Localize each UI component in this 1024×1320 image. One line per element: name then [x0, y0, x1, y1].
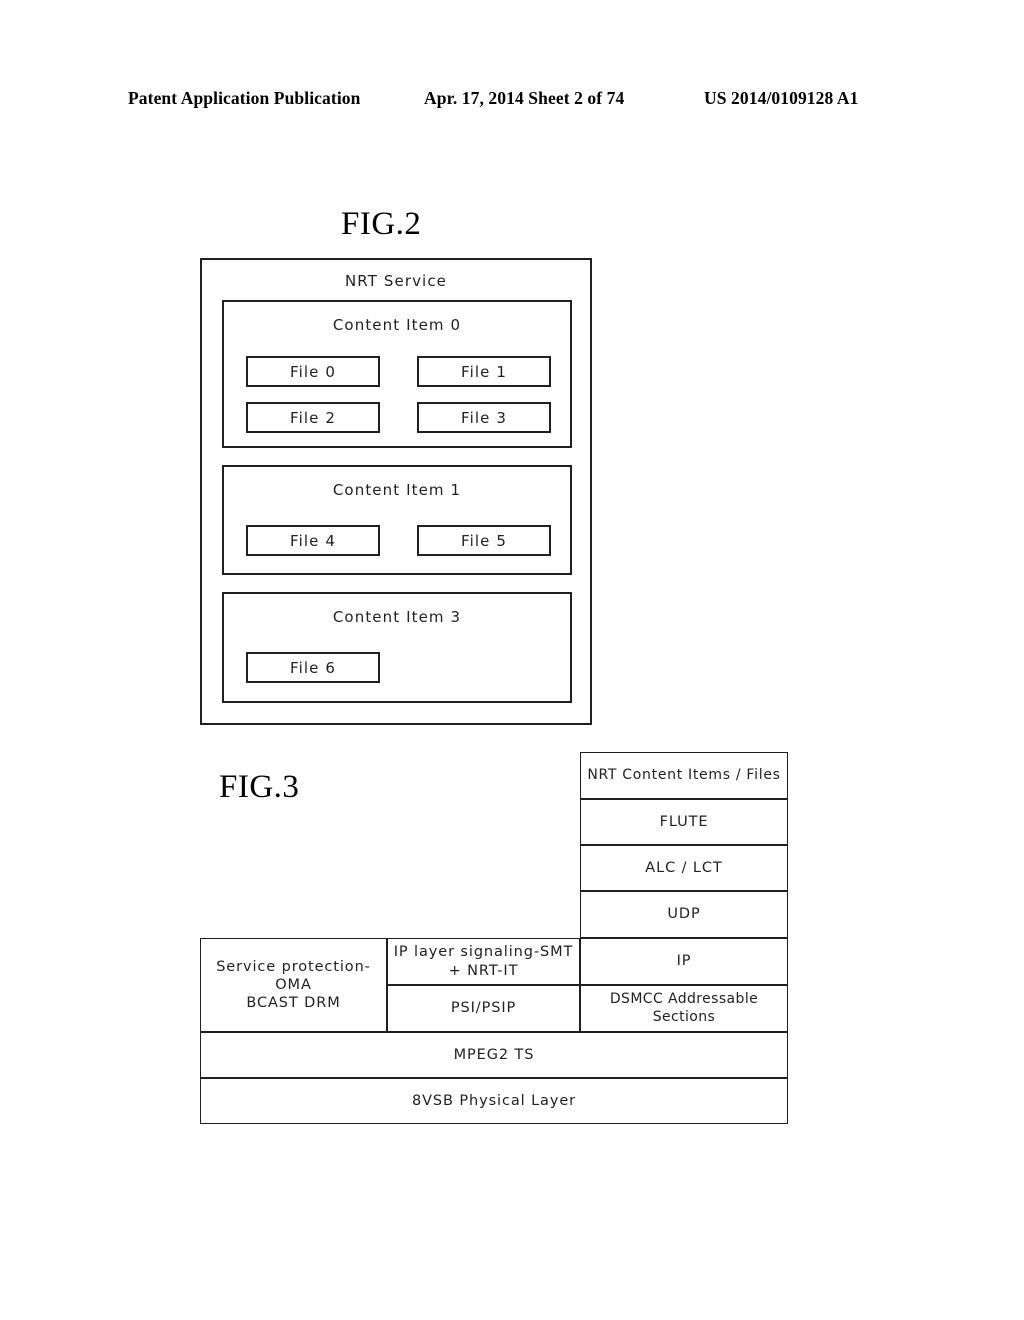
stack-cell-physical-layer: 8VSB Physical Layer	[200, 1078, 788, 1124]
stack-cell-flute: FLUTE	[580, 799, 788, 845]
figure-3-caption: FIG.3	[219, 769, 300, 805]
date-and-sheet: Apr. 17, 2014 Sheet 2 of 74	[424, 88, 625, 108]
stack-cell-udp: UDP	[580, 891, 788, 938]
stack-cell-mpeg2-ts: MPEG2 TS	[200, 1032, 788, 1078]
stack-cell-nrt-content-items: NRT Content Items / Files	[580, 752, 788, 799]
file-box-4: File 4	[246, 525, 380, 556]
content-item-3-label: Content Item 3	[332, 608, 462, 626]
file-box-6: File 6	[246, 652, 380, 683]
content-item-1-label: Content Item 1	[332, 481, 462, 499]
content-item-0-label: Content Item 0	[332, 316, 462, 334]
stack-cell-service-protection: Service protection-OMA BCAST DRM	[200, 938, 387, 1032]
publication-title: Patent Application Publication	[128, 88, 361, 108]
content-item-0-container: Content Item 0 File 0 File 1 File 2 File…	[222, 300, 572, 448]
content-item-3-container: Content Item 3 File 6	[222, 592, 572, 703]
file-box-2: File 2	[246, 402, 380, 433]
page-header: Patent Application Publication Apr. 17, …	[0, 88, 1024, 114]
patent-number: US 2014/0109128 A1	[704, 88, 859, 108]
nrt-service-label: NRT Service	[344, 272, 448, 290]
stack-cell-psi-psip: PSI/PSIP	[387, 985, 580, 1032]
stack-cell-ip-layer-signaling: IP layer signaling-SMT + NRT-IT	[387, 938, 580, 985]
file-box-5: File 5	[417, 525, 551, 556]
stack-cell-dsmcc-sections: DSMCC Addressable Sections	[580, 985, 788, 1032]
file-box-1: File 1	[417, 356, 551, 387]
figure-2-caption: FIG.2	[341, 206, 422, 242]
stack-cell-ip: IP	[580, 938, 788, 985]
file-box-3: File 3	[417, 402, 551, 433]
content-item-1-container: Content Item 1 File 4 File 5	[222, 465, 572, 575]
file-box-0: File 0	[246, 356, 380, 387]
stack-cell-alc-lct: ALC / LCT	[580, 845, 788, 891]
